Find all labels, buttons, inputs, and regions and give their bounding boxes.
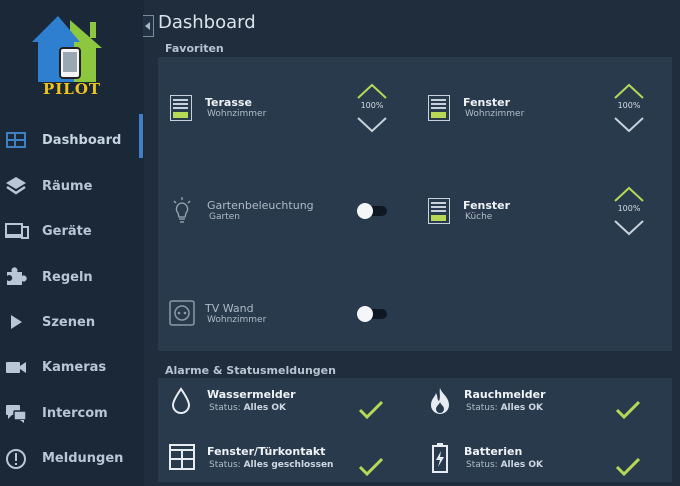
- ok-check-icon: [358, 400, 384, 424]
- sidebar-item-meldungen[interactable]: Meldungen: [0, 440, 140, 476]
- alarms-section-label: Alarme & Statusmeldungen: [165, 364, 336, 377]
- alarm-title: Wassermelder: [207, 388, 296, 401]
- shutter-percent: 100%: [360, 101, 384, 110]
- logo-text: PILOT: [43, 80, 102, 98]
- tile-title: Fenster: [463, 96, 511, 109]
- battery-icon: [430, 442, 450, 474]
- ok-check-icon: [358, 457, 384, 481]
- window-icon: [168, 443, 196, 471]
- tile-title: Fenster: [463, 199, 511, 212]
- alarm-status: Status: Alles OK: [209, 403, 286, 413]
- play-icon: [5, 312, 27, 332]
- sidebar: PILOT Dashboard Räume Geräte Regeln Szen…: [0, 0, 144, 486]
- ok-check-icon: [615, 400, 641, 424]
- camera-icon: [5, 357, 27, 377]
- sidebar-item-label: Kameras: [42, 359, 107, 375]
- alarm-status: Status: Alles OK: [466, 460, 543, 470]
- sidebar-item-label: Dashboard: [42, 132, 122, 148]
- alarm-status: Status: Alles OK: [466, 403, 543, 413]
- alert-icon: [5, 448, 27, 469]
- alarms-panel: Wassermelder Status: Alles OK Rauchmelde…: [158, 378, 672, 482]
- light-toggle[interactable]: [357, 203, 387, 219]
- tile-title: Terasse: [205, 96, 252, 109]
- tile-room: Wohnzimmer: [207, 315, 267, 325]
- water-drop-icon: [170, 387, 192, 415]
- shutter-icon: [428, 198, 450, 224]
- favorites-panel: Terasse Wohnzimmer 100% Fenster Wohnzimm…: [158, 57, 672, 351]
- ok-check-icon: [615, 457, 641, 481]
- tile-title: Gartenbeleuchtung: [207, 199, 314, 212]
- alarm-status: Status: Alles geschlossen: [209, 460, 334, 470]
- sidebar-item-kameras[interactable]: Kameras: [0, 349, 140, 385]
- sidebar-item-intercom[interactable]: Intercom: [0, 395, 140, 431]
- chat-icon: [5, 403, 27, 423]
- tile-room: Garten: [209, 212, 240, 222]
- socket-icon: [169, 300, 195, 326]
- shutter-percent: 100%: [617, 101, 641, 110]
- shutter-percent: 100%: [617, 204, 641, 213]
- shutter-fill: [431, 215, 446, 221]
- sidebar-collapse-button[interactable]: [143, 15, 154, 37]
- shutter-updown-control[interactable]: 100%: [355, 82, 389, 134]
- sidebar-item-label: Geräte: [42, 223, 92, 239]
- shutter-icon: [428, 95, 450, 121]
- dashboard-icon: [5, 130, 27, 150]
- alarm-title: Batterien: [464, 445, 523, 458]
- sidebar-item-label: Meldungen: [42, 450, 124, 466]
- shutter-updown-control[interactable]: 100%: [612, 82, 646, 134]
- tile-room: Wohnzimmer: [207, 109, 267, 119]
- sidebar-item-label: Intercom: [42, 405, 108, 421]
- shutter-icon: [170, 95, 192, 121]
- puzzle-icon: [5, 267, 27, 287]
- sidebar-item-raeume[interactable]: Räume: [0, 168, 140, 204]
- sidebar-item-szenen[interactable]: Szenen: [0, 304, 140, 340]
- alarm-title: Rauchmelder: [464, 388, 546, 401]
- tile-room: Küche: [465, 212, 493, 222]
- tile-title: TV Wand: [205, 302, 254, 315]
- layers-icon: [5, 176, 27, 196]
- tile-room: Wohnzimmer: [465, 109, 525, 119]
- sidebar-item-label: Räume: [42, 178, 93, 194]
- sidebar-item-label: Szenen: [42, 314, 96, 330]
- page-title: Dashboard: [158, 12, 256, 33]
- alarm-title: Fenster/Türkontakt: [207, 445, 326, 458]
- shutter-fill: [173, 112, 188, 118]
- shutter-updown-control[interactable]: 100%: [612, 185, 646, 237]
- lightbulb-icon: [172, 196, 192, 226]
- favorites-section-label: Favoriten: [165, 42, 224, 55]
- shutter-fill: [431, 112, 446, 118]
- flame-icon: [428, 386, 452, 416]
- sidebar-item-label: Regeln: [42, 269, 93, 285]
- sidebar-item-geraete[interactable]: Geräte: [0, 213, 140, 249]
- devices-icon: [5, 221, 29, 241]
- socket-toggle[interactable]: [357, 306, 387, 322]
- sidebar-item-dashboard[interactable]: Dashboard: [0, 122, 140, 158]
- sidebar-item-regeln[interactable]: Regeln: [0, 259, 140, 295]
